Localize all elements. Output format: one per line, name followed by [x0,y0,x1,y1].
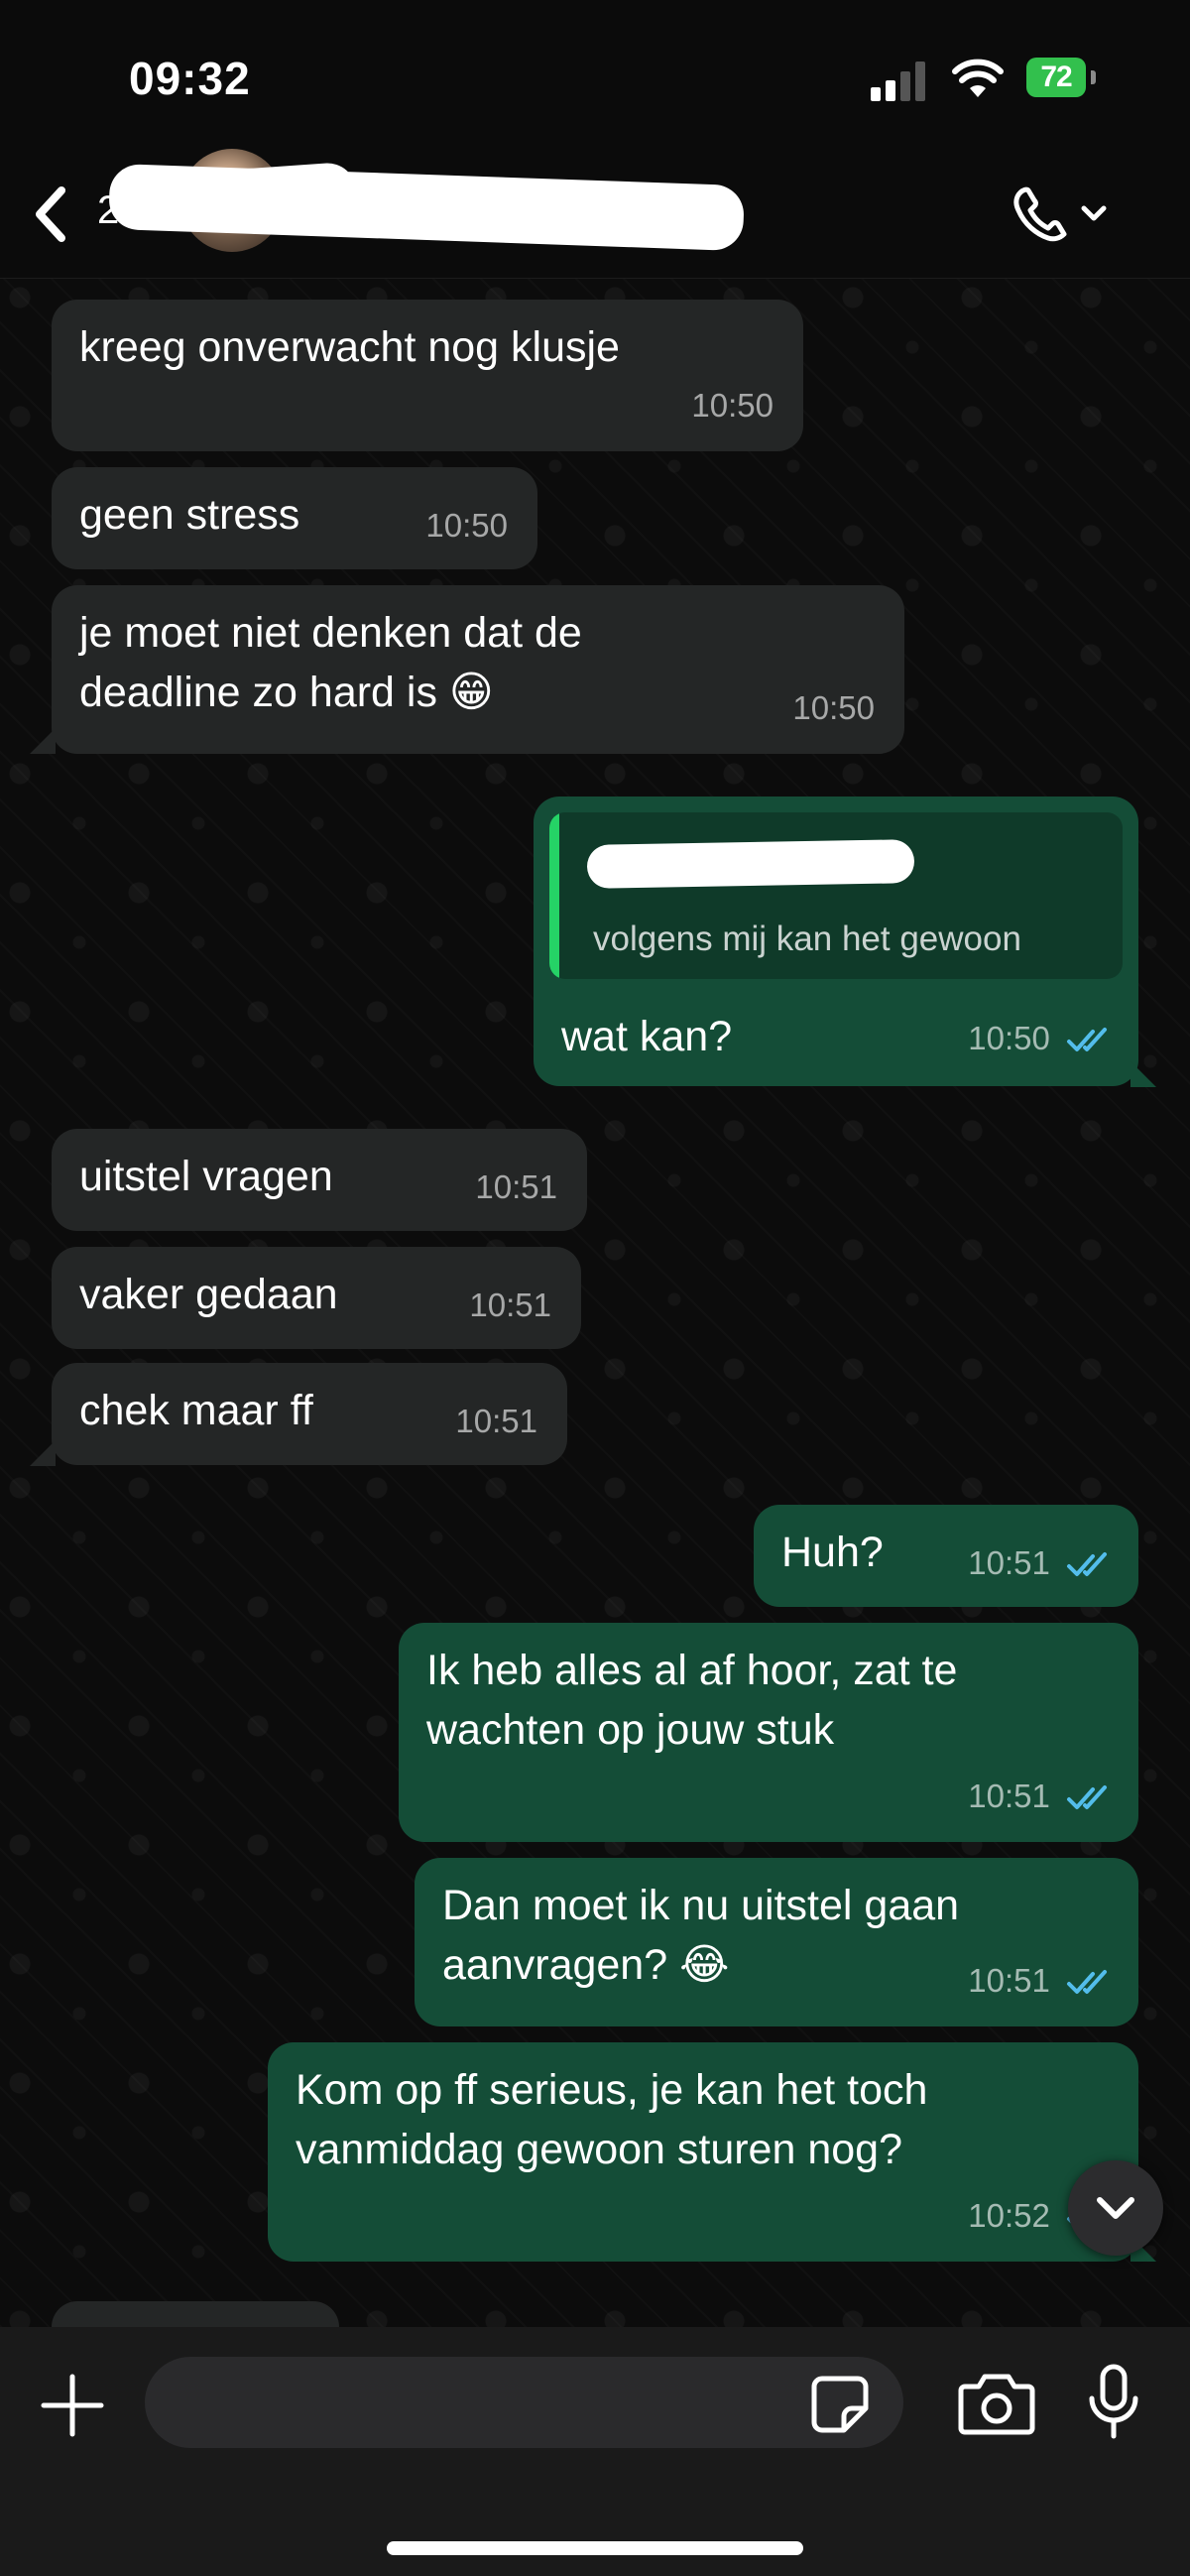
quoted-message[interactable]: volgens mij kan het gewoon [549,812,1123,979]
wifi-icon [952,59,1004,97]
double-check-icon [1067,1785,1107,1810]
message-outgoing[interactable]: Kom op ff serieus, je kan het toch vanmi… [268,2042,1138,2262]
message-text: kreeg onverwacht nog klusje [79,323,620,371]
message-text: Kom op ff serieus, je kan het toch [296,2066,928,2114]
message-text: Dan moet ik nu uitstel gaan [442,1882,960,1929]
message-outgoing[interactable]: Ik heb alles al af hoor, zat te wachten … [399,1623,1138,1842]
message-time: 10:51 [968,1951,1113,2011]
cellular-signal-icon [871,61,928,101]
microphone-icon[interactable] [1086,2363,1141,2442]
camera-icon[interactable] [957,2371,1036,2436]
message-incoming[interactable]: kreeg onverwacht nog klusje 10:50 [52,300,803,451]
redacted-quote-author [586,839,915,889]
message-time: 10:51 [455,1403,537,1439]
chevron-down-icon [1097,2197,1134,2219]
sticker-icon[interactable] [808,2373,872,2436]
back-chevron-icon[interactable] [22,179,81,250]
message-time-text: 10:52 [968,2197,1050,2234]
double-check-icon [1067,1552,1107,1577]
message-time: 10:50 [691,387,774,424]
message-incoming[interactable]: chek maar ff 10:51 [52,1363,567,1465]
message-time-text: 10:51 [968,1962,1050,1999]
message-time: 10:50 [792,689,875,726]
message-text: je moet niet denken dat de [79,609,582,657]
message-composer [0,2327,1190,2576]
battery-percentage: 72 [1040,61,1072,93]
message-incoming[interactable]: je moet niet denken dat de deadline zo h… [52,585,904,754]
bubble-tail [30,728,56,754]
message-time-text: 10:51 [968,1544,1050,1581]
message-time: 10:51 [968,1533,1113,1593]
message-time: 10:50 [425,507,508,544]
chevron-down-icon [1081,205,1107,221]
message-text: Ik heb alles al af hoor, zat te [426,1647,958,1694]
chat-header: 2 [0,149,1190,279]
message-outgoing-reply[interactable]: volgens mij kan het gewoon wat kan? 10:5… [534,797,1138,1086]
home-indicator [387,2541,803,2555]
message-time: 10:51 [469,1287,551,1323]
message-text-line2: wachten op jouw stuk [426,1706,835,1754]
message-time-text: 10:50 [968,1020,1050,1056]
message-outgoing[interactable]: Dan moet ik nu uitstel gaan aanvragen? 😂… [415,1858,1138,2026]
message-text-line2: vanmiddag gewoon sturen nog? [296,2126,902,2173]
message-time: 10:51 [475,1168,557,1205]
message-time: 10:51 [968,1767,1113,1826]
bubble-tail [1130,1061,1156,1087]
message-input[interactable] [145,2357,903,2448]
message-incoming[interactable]: vaker gedaan 10:51 [52,1247,581,1349]
message-time: 10:50 [968,1009,1113,1068]
message-text: wat kan? [561,1013,733,1060]
redacted-contact-name-overlay [196,161,359,232]
quoted-text: volgens mij kan het gewoon [593,920,1021,958]
message-incoming[interactable]: uitstel vragen 10:51 [52,1129,587,1231]
message-incoming[interactable]: geen stress 10:50 [52,467,537,569]
double-check-icon [1067,1970,1107,1995]
scroll-to-bottom-button[interactable] [1068,2160,1163,2256]
battery-icon: 72 [1026,58,1098,101]
double-check-icon [1067,1028,1107,1052]
quote-accent-bar [549,812,559,979]
status-bar: 09:32 72 [0,0,1190,149]
message-time-text: 10:51 [968,1778,1050,1814]
status-time: 09:32 [129,53,251,104]
message-outgoing[interactable]: Huh? 10:51 [754,1505,1138,1607]
phone-icon[interactable] [1007,179,1116,250]
plus-icon[interactable] [38,2371,107,2440]
bubble-tail [30,1440,56,1466]
message-text-line2: deadline zo hard is 😁 [79,669,494,716]
